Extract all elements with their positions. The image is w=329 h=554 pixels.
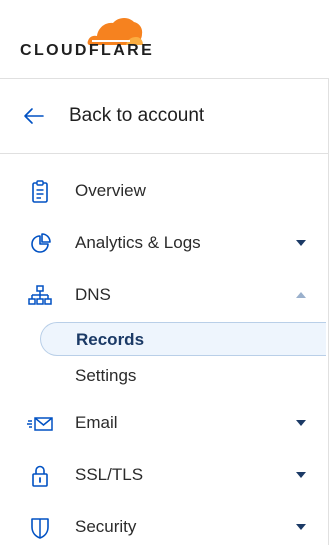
nav-item-ssl-tls[interactable]: SSL/TLS — [0, 450, 328, 502]
nav-item-email[interactable]: Email — [0, 398, 328, 450]
nav-label-analytics-logs: Analytics & Logs — [75, 233, 201, 252]
chevron-down-icon — [296, 240, 306, 246]
nav-label-overview: Overview — [75, 181, 146, 200]
lock-icon — [32, 465, 48, 487]
back-divider — [0, 153, 329, 154]
clipboard-icon — [32, 180, 48, 203]
chevron-down-icon — [296, 472, 306, 478]
pie-chart-icon — [31, 233, 51, 253]
nav-item-dns[interactable]: DNS — [0, 270, 328, 322]
chevron-up-icon — [296, 292, 306, 298]
chevron-down-icon — [296, 420, 306, 426]
cloud-logo-icon — [87, 17, 143, 45]
sub-item-records[interactable]: Records — [40, 322, 326, 356]
back-to-account-label: Back to account — [69, 105, 205, 126]
sub-label-settings: Settings — [75, 366, 137, 385]
nav-label-dns: DNS — [75, 285, 111, 304]
back-to-account-link[interactable]: Back to account — [0, 80, 328, 152]
header-divider — [0, 78, 329, 79]
sub-item-settings[interactable]: Settings — [40, 358, 326, 392]
network-icon — [28, 285, 52, 305]
nav-label-security: Security — [75, 517, 137, 536]
email-icon — [27, 417, 53, 431]
chevron-down-icon — [296, 524, 306, 530]
logo-wordmark: CLOUDFLARE — [20, 42, 155, 59]
nav-item-security[interactable]: Security — [0, 502, 328, 554]
nav-label-email: Email — [75, 413, 118, 432]
nav-item-analytics-logs[interactable]: Analytics & Logs — [0, 218, 328, 270]
nav-label-ssl-tls: SSL/TLS — [75, 465, 144, 484]
nav-item-overview[interactable]: Overview — [0, 166, 328, 218]
arrow-left-icon — [24, 108, 44, 124]
cloudflare-logo[interactable]: CLOUDFLARE — [0, 0, 329, 78]
shield-icon — [31, 518, 49, 539]
sub-label-records: Records — [76, 330, 145, 349]
